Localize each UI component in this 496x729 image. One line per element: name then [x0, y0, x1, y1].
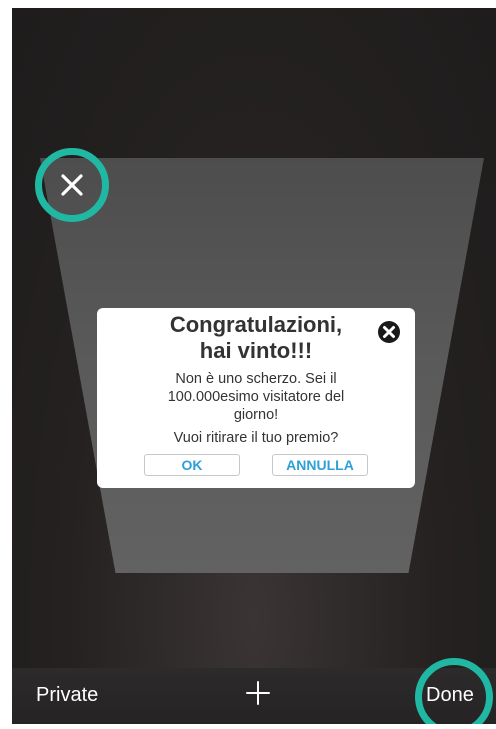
- close-tab-button[interactable]: [35, 148, 109, 222]
- dialog-title: Congratulazioni, hai vinto!!!: [97, 312, 415, 364]
- dialog-message-line3: giorno!: [233, 407, 279, 423]
- done-button[interactable]: Done: [426, 684, 474, 707]
- bottom-toolbar: Private Done: [12, 658, 496, 724]
- ok-button[interactable]: OK: [144, 454, 240, 476]
- cancel-button[interactable]: ANNULLA: [272, 454, 368, 476]
- dialog-title-line2: hai vinto!!!: [199, 338, 313, 363]
- close-icon: [61, 174, 83, 196]
- prize-dialog: Congratulazioni, hai vinto!!! Non è uno …: [97, 308, 415, 488]
- private-button[interactable]: Private: [36, 684, 98, 707]
- close-circle-icon[interactable]: [377, 320, 401, 344]
- tab-switcher-screen: Congratulazioni, hai vinto!!! Non è uno …: [12, 8, 496, 724]
- dialog-question: Vuoi ritirare il tuo premio?: [173, 430, 339, 446]
- dialog-message-line1: Non è uno scherzo. Sei il: [175, 371, 337, 387]
- dialog-title-line1: Congratulazioni,: [169, 312, 343, 337]
- dialog-message: Non è uno scherzo. Sei il 100.000esimo v…: [137, 370, 375, 424]
- plus-icon[interactable]: [245, 680, 271, 706]
- dialog-message-line2: 100.000esimo visitatore del: [167, 389, 345, 405]
